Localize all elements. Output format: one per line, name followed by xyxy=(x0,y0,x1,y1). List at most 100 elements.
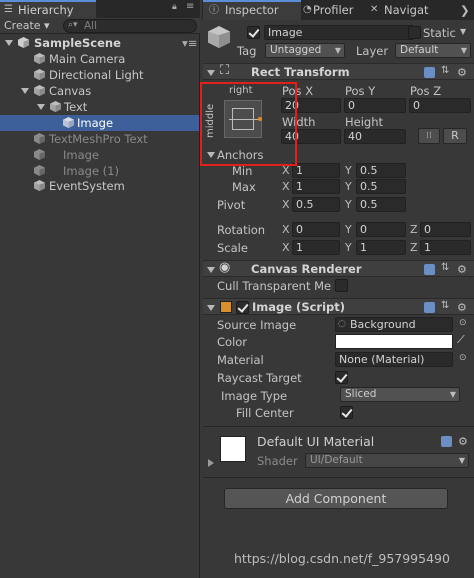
min-y-field[interactable]: 0.5 xyxy=(356,163,406,178)
gear-icon[interactable]: ⚙ xyxy=(457,67,467,78)
object-picker-icon[interactable]: ⊙ xyxy=(459,353,467,363)
hierarchy-item-image-selected[interactable]: Image xyxy=(0,115,199,131)
chevron-down-icon: ▼ xyxy=(334,46,341,55)
cull-checkbox[interactable] xyxy=(335,279,348,292)
gear-icon[interactable]: ⚙ xyxy=(457,302,467,313)
lock-icon[interactable]: 🔒︎ xyxy=(172,2,177,12)
fill-center-checkbox[interactable] xyxy=(340,406,353,419)
canvas-renderer-title: Canvas Renderer xyxy=(251,262,362,276)
gameobject-cube-icon xyxy=(50,101,61,112)
help-book-icon[interactable] xyxy=(441,436,452,447)
canvas-expand-icon[interactable] xyxy=(21,88,29,94)
hierarchy-tab[interactable]: ☰ Hierarchy xyxy=(0,0,96,18)
scene-name: SampleScene xyxy=(34,36,121,50)
text-expand-icon[interactable] xyxy=(37,104,45,110)
gameobject-cube-icon xyxy=(34,69,45,80)
image-script-header[interactable]: Image (Script) ⇅ ⚙ xyxy=(203,298,474,315)
color-swatch[interactable] xyxy=(335,334,453,349)
image-enabled-checkbox[interactable] xyxy=(236,301,249,314)
gameobject-cube-icon xyxy=(34,149,45,160)
material-name: Default UI Material xyxy=(257,434,375,449)
blueprint-button[interactable]: ⁞⁞ xyxy=(418,128,440,144)
rot-y-field[interactable]: 0 xyxy=(356,222,406,237)
scene-menu-icon[interactable]: ▾≡ xyxy=(182,35,197,51)
object-name-field[interactable]: Image xyxy=(264,25,414,40)
hierarchy-item-textmeshpro[interactable]: TextMeshPro Text xyxy=(0,131,199,147)
scale-x-field[interactable]: 1 xyxy=(292,240,340,255)
shader-label: Shader xyxy=(257,454,298,468)
raycast-checkbox[interactable] xyxy=(335,371,348,384)
pos-y-field[interactable]: 0 xyxy=(344,98,406,113)
search-field[interactable]: ⌕▾ All xyxy=(63,19,197,33)
create-button[interactable]: Create ▾ xyxy=(4,19,50,32)
sprite-icon: ◌ xyxy=(338,319,346,329)
image-type-value: Sliced xyxy=(345,388,377,400)
image-component-icon xyxy=(220,301,232,313)
rect-transform-header[interactable]: ⛶ Rect Transform ⇅ ⚙ xyxy=(203,63,474,80)
gameobject-cube-icon xyxy=(34,180,45,191)
raw-edit-button[interactable]: R xyxy=(443,128,467,144)
help-book-icon[interactable] xyxy=(424,302,435,313)
sliders-icon[interactable]: ⇅ xyxy=(441,262,449,273)
static-dropdown-icon[interactable]: ▼ xyxy=(460,27,466,36)
min-x-field[interactable]: 1 xyxy=(292,163,340,178)
scene-expand-icon[interactable] xyxy=(5,40,13,46)
hierarchy-item-canvas[interactable]: Canvas xyxy=(0,83,199,99)
active-checkbox[interactable] xyxy=(247,26,260,39)
rot-x-field[interactable]: 0 xyxy=(292,222,340,237)
object-picker-icon[interactable]: ⊙ xyxy=(459,318,467,328)
help-book-icon[interactable] xyxy=(424,264,435,275)
list-item-label: Text xyxy=(64,100,88,114)
tab-navigation[interactable]: ✕ Navigat ❯ xyxy=(370,0,474,20)
scale-y-field[interactable]: 1 xyxy=(356,240,406,255)
scale-label: Scale xyxy=(217,241,248,255)
hierarchy-item-main-camera[interactable]: Main Camera xyxy=(0,51,199,67)
tab-inspector[interactable]: ⓘ Inspector xyxy=(203,0,301,20)
list-item-label: Canvas xyxy=(49,84,92,98)
list-item-label: EventSystem xyxy=(49,179,125,193)
tab-inspector-label: Inspector xyxy=(225,3,279,17)
source-image-field[interactable]: ◌ Background xyxy=(335,317,453,332)
pos-y-label: Pos Y xyxy=(345,84,376,98)
list-item-label: Image xyxy=(63,148,100,162)
panel-menu-icon[interactable]: ≡ xyxy=(186,1,194,12)
min-label: Min xyxy=(232,164,253,178)
collapse-icon[interactable] xyxy=(207,267,215,273)
hierarchy-item-image[interactable]: Image xyxy=(0,147,199,163)
hierarchy-item-text[interactable]: Text xyxy=(0,99,199,115)
material-expand-icon[interactable] xyxy=(208,459,214,467)
tab-profiler[interactable]: ◔ Profiler xyxy=(303,0,365,20)
static-checkbox[interactable] xyxy=(408,26,421,39)
max-x-field[interactable]: 1 xyxy=(292,179,340,194)
shader-dropdown[interactable]: UI/Default ▼ xyxy=(305,453,469,468)
eyedropper-icon[interactable]: ⟋ xyxy=(457,333,465,347)
help-book-icon[interactable] xyxy=(424,67,435,78)
pos-z-field[interactable]: 0 xyxy=(409,98,471,113)
rot-z-field[interactable]: 0 xyxy=(420,222,471,237)
tab-overflow-icon[interactable]: ❯ xyxy=(460,0,470,20)
hierarchy-item-image-1[interactable]: Image (1) xyxy=(0,163,199,179)
material-field[interactable]: None (Material) xyxy=(335,352,453,367)
height-field[interactable]: 40 xyxy=(344,129,406,144)
layer-dropdown[interactable]: Default ▼ xyxy=(395,43,471,58)
canvas-renderer-header[interactable]: ◉ Canvas Renderer ⇅ ⚙ xyxy=(203,260,474,277)
collapse-icon[interactable] xyxy=(207,70,215,76)
sliders-icon[interactable]: ⇅ xyxy=(441,300,449,311)
scene-row[interactable]: SampleScene ▾≡ xyxy=(0,35,199,51)
pivot-x-field[interactable]: 0.5 xyxy=(292,197,340,212)
pivot-y-field[interactable]: 0.5 xyxy=(356,197,406,212)
gear-icon[interactable]: ⚙ xyxy=(457,264,467,275)
rotation-label: Rotation xyxy=(217,223,266,237)
scale-z-field[interactable]: 1 xyxy=(420,240,471,255)
max-y-field[interactable]: 0.5 xyxy=(356,179,406,194)
image-type-dropdown[interactable]: Sliced ▼ xyxy=(340,387,460,402)
tab-profiler-label: Profiler xyxy=(313,3,354,17)
collapse-icon[interactable] xyxy=(207,305,215,311)
hierarchy-item-directional-light[interactable]: Directional Light xyxy=(0,67,199,83)
gear-icon[interactable]: ⚙ xyxy=(458,436,468,447)
sliders-icon[interactable]: ⇅ xyxy=(441,65,449,76)
add-component-button[interactable]: Add Component xyxy=(224,488,448,509)
hierarchy-item-eventsystem[interactable]: EventSystem xyxy=(0,178,199,194)
unity-scene-icon xyxy=(18,37,29,48)
tag-dropdown[interactable]: Untagged ▼ xyxy=(265,43,345,58)
